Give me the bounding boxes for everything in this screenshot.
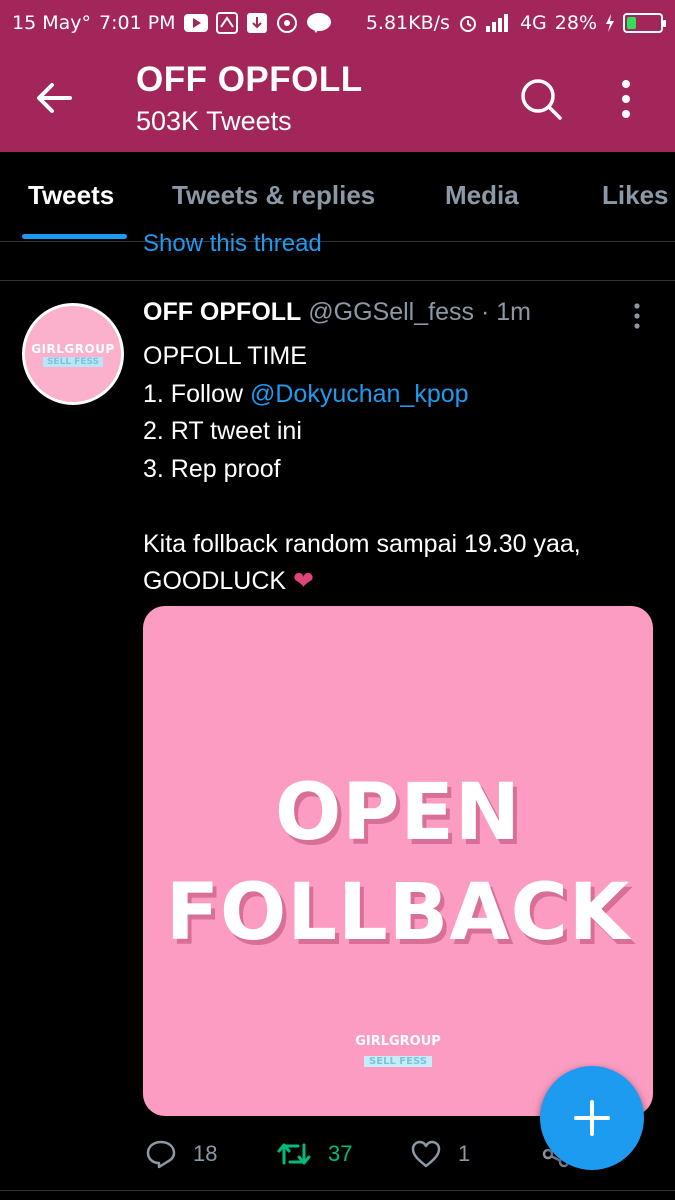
more-vertical-icon [634, 303, 640, 329]
tweet-line-text: GOODLUCK [143, 567, 294, 595]
battery-icon [623, 13, 666, 33]
media-logo: GIRLGROUP SELL FESS [143, 1034, 653, 1068]
arrow-left-icon [37, 83, 72, 113]
like-count: 1 [458, 1141, 471, 1166]
tweet-author-handle[interactable]: @GGSell_fess [308, 298, 474, 326]
back-button[interactable] [32, 76, 76, 120]
avatar-logo-line1: GIRLGROUP [31, 341, 115, 356]
tab-likes[interactable]: Likes [602, 180, 669, 211]
avatar-image: GIRLGROUP SELL FESS [25, 306, 121, 402]
status-time: 7:01 PM [99, 12, 176, 34]
tweet-header: OFF OPFOLL @GGSell_fess · 1m [143, 298, 531, 327]
search-button[interactable] [518, 76, 564, 122]
chat-icon [276, 12, 298, 34]
status-speed: 5.81KB/s [365, 12, 450, 34]
page-title: OFF OPFOLL [136, 60, 363, 99]
media-logo-line1: GIRLGROUP [355, 1034, 441, 1049]
retweet-icon [277, 1143, 311, 1165]
plus-icon [574, 1100, 610, 1136]
status-bar: 15 May° 7:01 PM 5.81KB/s 4G 28% [0, 0, 675, 46]
reply-icon [146, 1140, 176, 1169]
avatar[interactable]: GIRLGROUP SELL FESS [22, 303, 124, 405]
download-icon [246, 12, 268, 34]
tweet-line: 1. Follow @Dokyuchan_kpop [143, 376, 663, 414]
alarm-icon [458, 13, 478, 33]
search-icon [521, 79, 562, 120]
youtube-icon [183, 14, 208, 32]
reply-count: 18 [193, 1141, 218, 1166]
status-date: 15 May° [12, 12, 91, 34]
retweet-count: 37 [328, 1141, 353, 1166]
tweet-author-name[interactable]: OFF OPFOLL [143, 298, 301, 326]
media-text-line2: FOLLBACK [165, 868, 631, 958]
tweet-line: 3. Rep proof [143, 454, 281, 483]
tweet-count: 503K Tweets [136, 106, 292, 136]
divider [0, 280, 675, 281]
heart-emoji: ❤ [293, 567, 314, 595]
battery-level [627, 17, 636, 29]
media-text-line1: OPEN [274, 768, 522, 858]
active-tab-indicator [22, 234, 127, 239]
tweet-timestamp: · 1m [480, 298, 531, 326]
line-icon [306, 12, 332, 34]
avatar-logo-line2: SELL FESS [42, 356, 104, 367]
tweet-media-image[interactable]: OPEN FOLLBACK GIRLGROUP SELL FESS [143, 606, 653, 1116]
like-button[interactable]: 1 [410, 1136, 470, 1172]
tweet-line: Kita follback random sampai 19.30 yaa, [143, 529, 581, 558]
tweet-line-text: 1. Follow [143, 379, 250, 408]
reply-button[interactable]: 18 [145, 1136, 217, 1172]
app-icon [215, 12, 238, 34]
status-network: 4G [519, 12, 547, 34]
overflow-menu-button[interactable] [612, 76, 640, 122]
tab-tweets[interactable]: Tweets [28, 180, 114, 211]
tweet-more-button[interactable] [628, 302, 646, 330]
profile-tabs: Tweets Tweets & replies Media Likes [0, 152, 675, 242]
status-battery-text: 28% [554, 12, 597, 34]
divider [0, 1190, 675, 1191]
profile-header: OFF OPFOLL 503K Tweets [0, 46, 675, 152]
tab-tweets-replies[interactable]: Tweets & replies [172, 180, 375, 211]
tweet-line: OPFOLL TIME [143, 342, 307, 370]
retweet-button[interactable]: 37 [276, 1136, 352, 1172]
media-logo-line2: SELL FESS [364, 1056, 432, 1067]
mention-link[interactable]: @Dokyuchan_kpop [250, 380, 469, 408]
signal-icon [485, 14, 512, 32]
tweet-line: GOODLUCK ❤ [143, 563, 663, 601]
tweet-line: 2. RT tweet ini [143, 417, 302, 445]
heart-icon [411, 1140, 441, 1168]
tweet-body: OPFOLL TIME 1. Follow @Dokyuchan_kpop 2.… [143, 338, 663, 601]
charging-icon [605, 14, 615, 32]
show-thread-link[interactable]: Show this thread [143, 230, 322, 258]
more-vertical-icon [622, 80, 630, 118]
tab-media[interactable]: Media [445, 180, 519, 211]
compose-tweet-button[interactable] [540, 1066, 644, 1170]
